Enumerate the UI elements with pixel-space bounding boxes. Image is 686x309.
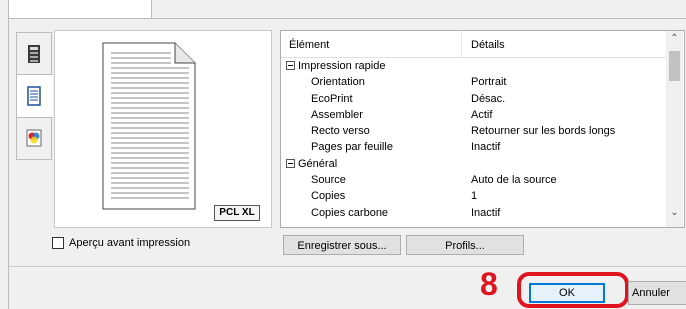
scroll-up-icon[interactable]: ⌃ [666,33,683,47]
tab-layout[interactable] [16,74,53,118]
cancel-label: Annuler [632,287,670,299]
profiles-button[interactable]: Profils... [406,235,524,255]
setting-label: Copies [311,190,346,203]
collapse-icon[interactable] [286,61,295,70]
setting-value: Inactif [471,141,501,154]
setting-label: EcoPrint [311,92,353,105]
setting-value: Retourner sur les bords longs [471,125,616,138]
tab-paper-source[interactable] [16,32,52,76]
setting-value: Désac. [471,92,506,105]
save-as-button[interactable]: Enregistrer sous... [283,235,401,255]
step-number-annotation: 8 [480,266,498,302]
setting-label: Assembler [311,108,363,121]
setting-row[interactable]: Copies carbone Inactif [281,205,666,221]
scroll-thumb[interactable] [669,51,680,81]
setting-label: Orientation [311,76,365,89]
setting-row[interactable]: EcoPrint Désac. [281,91,666,107]
cancel-button[interactable]: Annuler [628,281,686,305]
setting-value: 1 [471,190,478,203]
vertical-scrollbar[interactable]: ⌃ ⌄ [666,31,683,227]
group-label: Impression rapide [298,60,386,72]
setting-row[interactable]: Source Auto de la source [281,172,666,188]
ok-button[interactable]: OK [529,283,605,303]
page-thumbnail-icon [102,42,196,210]
setting-row[interactable]: Assembler Actif [281,107,666,123]
pcl-xl-badge: PCL XL [214,205,260,221]
setting-row[interactable]: Orientation Portrait [281,74,666,90]
footer-divider [8,266,686,267]
setting-value: Inactif [471,206,501,219]
setting-row[interactable]: Copies 1 [281,188,666,204]
column-header-element[interactable]: Élément [289,39,329,51]
print-preview-label[interactable]: Aperçu avant impression [69,237,190,250]
setting-label: Source [311,174,346,187]
setting-row[interactable]: Pages par feuille Inactif [281,139,666,155]
tab-divider [8,18,686,19]
column-separator [461,31,462,57]
setting-label: Pages par feuille [311,141,393,154]
grid-header: Élément Détails [281,31,666,58]
group-row[interactable]: Impression rapide [281,58,666,74]
setting-value: Actif [471,108,493,121]
tab-color[interactable] [16,116,52,160]
setting-label: Copies carbone [311,206,389,219]
color-icon [26,129,42,147]
setting-value: Auto de la source [471,174,557,187]
column-header-details[interactable]: Détails [471,39,505,51]
setting-label: Recto verso [311,125,370,138]
print-preview-checkbox[interactable] [52,237,64,249]
settings-grid[interactable]: Élément Détails Impression rapide Orient… [280,30,685,228]
printer-tray-icon [28,45,40,63]
collapse-icon[interactable] [286,158,295,168]
scroll-down-icon[interactable]: ⌄ [666,207,683,221]
dialog-tab[interactable] [8,0,152,18]
setting-row[interactable]: Recto verso Retourner sur les bords long… [281,123,666,139]
setting-value: Portrait [471,76,507,89]
group-label: Général [298,157,338,170]
document-layout-icon [27,86,41,106]
group-row[interactable]: Général [281,156,666,172]
grid-rows: Impression rapide Orientation Portrait E… [281,58,666,221]
page-preview [54,30,272,228]
